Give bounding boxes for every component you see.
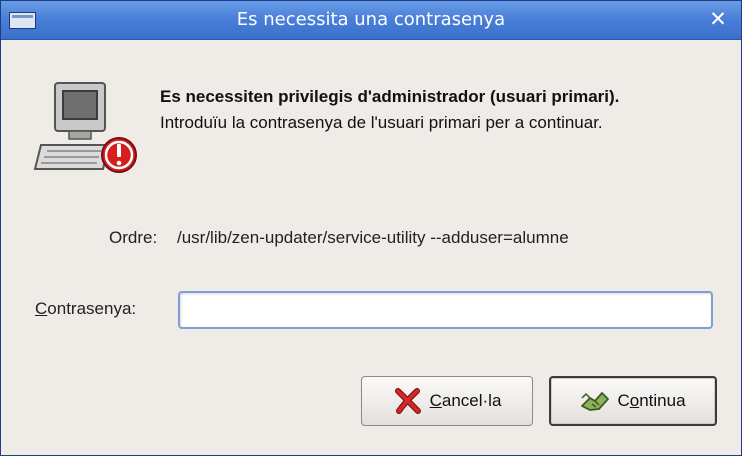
password-label-mnemonic: C [35, 299, 48, 318]
cancel-mnemonic: C [429, 391, 442, 410]
continue-button-label: Continua [617, 391, 685, 411]
password-field[interactable] [178, 291, 713, 329]
computer-warning-icon [33, 82, 137, 173]
cross-icon [394, 388, 421, 414]
command-label: Ordre: [109, 228, 158, 247]
titlebar[interactable]: Es necessita una contrasenya ✕ [1, 1, 741, 40]
dialog-description: Introduïu la contrasenya de l'usuari pri… [160, 113, 603, 132]
continue-button[interactable]: Continua [549, 376, 717, 426]
password-label-text: ontrasenya: [47, 299, 137, 318]
cancel-label-text: ancel·la [441, 391, 502, 410]
window-title: Es necessita una contrasenya [236, 9, 506, 30]
command-value: /usr/lib/zen-updater/service-utility --a… [177, 228, 569, 247]
cancel-button[interactable]: Cancel·la [361, 376, 533, 426]
continue-label-text: ntinua [639, 391, 686, 410]
close-icon[interactable]: ✕ [707, 8, 729, 30]
dialog-heading: Es necessiten privilegis d'administrador… [160, 87, 620, 106]
cancel-button-label: Cancel·la [430, 391, 502, 411]
handshake-icon [581, 392, 610, 411]
continue-mnemonic: o [629, 391, 640, 410]
password-label: Contrasenya: [35, 299, 136, 319]
continue-label-start: C [617, 391, 630, 410]
password-dialog: Es necessita una contrasenya ✕ Es necess… [0, 0, 742, 456]
